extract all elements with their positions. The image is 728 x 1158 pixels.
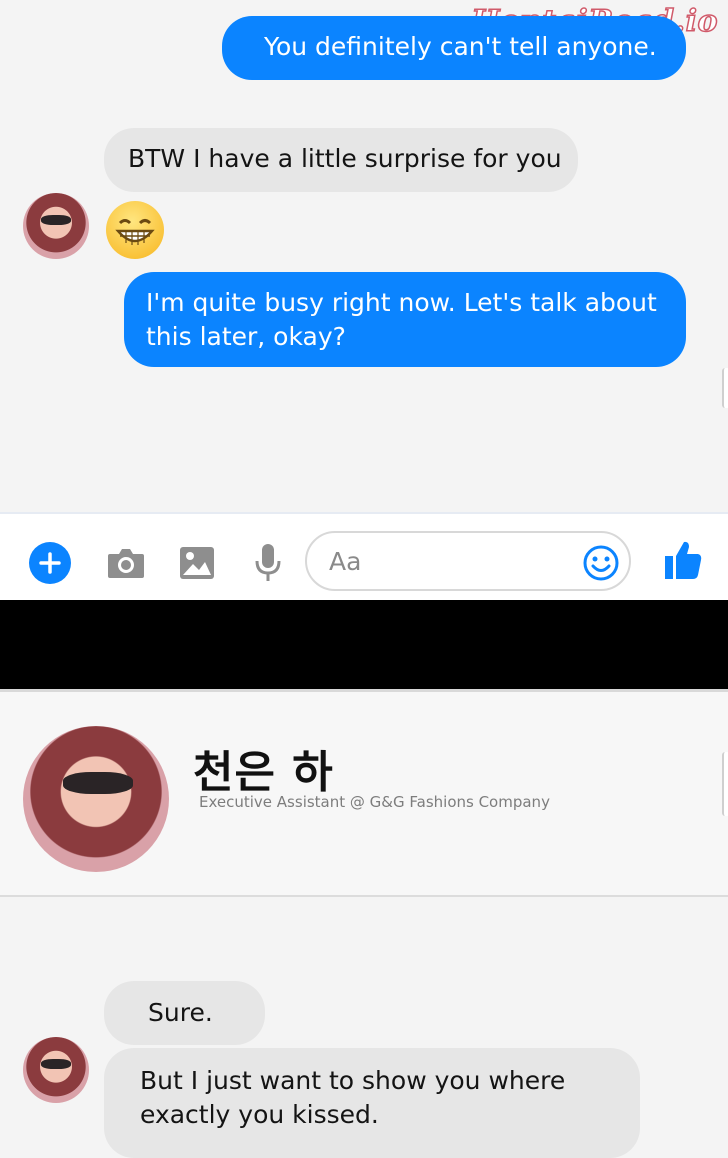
camera-icon[interactable] <box>104 544 148 582</box>
message-input[interactable]: Aa <box>305 531 631 591</box>
scrollbar[interactable] <box>722 368 728 408</box>
plus-icon[interactable] <box>29 542 71 584</box>
incoming-message-bubble[interactable]: Sure. <box>104 981 265 1045</box>
outgoing-message-bubble[interactable]: I'm quite busy right now. Let's talk abo… <box>124 272 686 367</box>
scrollbar[interactable] <box>722 752 728 816</box>
message-text: You definitely can't tell anyone. <box>264 32 657 61</box>
thumbs-up-icon[interactable] <box>662 538 704 582</box>
profile-avatar[interactable] <box>23 726 169 872</box>
grinning-emoji-icon <box>106 201 164 259</box>
microphone-icon[interactable] <box>253 542 283 584</box>
contact-avatar[interactable] <box>23 193 89 259</box>
image-icon[interactable] <box>178 544 216 582</box>
contact-name: 천은 하 <box>193 747 334 798</box>
message-text: BTW I have a little surprise for you <box>128 144 562 173</box>
incoming-message-bubble[interactable]: But I just want to show you where exactl… <box>104 1048 640 1158</box>
incoming-message-bubble[interactable]: BTW I have a little surprise for you <box>104 128 578 192</box>
message-text: Sure. <box>148 998 213 1027</box>
panel-separator <box>0 600 728 689</box>
message-text: I'm quite busy right now. Let's talk abo… <box>146 288 657 351</box>
message-input-placeholder: Aa <box>329 547 362 576</box>
outgoing-message-bubble[interactable]: You definitely can't tell anyone. <box>222 16 686 80</box>
contact-profile-card: 천은 하 Executive Assistant @ G&G Fashions … <box>0 689 728 897</box>
contact-subtitle: Executive Assistant @ G&G Fashions Compa… <box>199 793 550 811</box>
smiley-icon[interactable] <box>583 545 619 581</box>
message-text: But I just want to show you where exactl… <box>140 1066 566 1129</box>
contact-avatar[interactable] <box>23 1037 89 1103</box>
message-composer: Aa <box>0 512 728 602</box>
